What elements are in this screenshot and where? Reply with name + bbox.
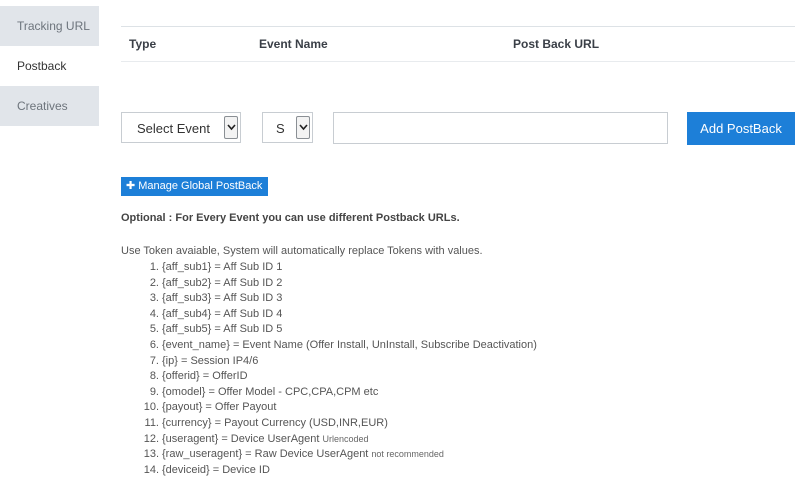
postback-table-header: Type Event Name Post Back URL bbox=[121, 26, 795, 62]
column-header-type: Type bbox=[129, 37, 157, 51]
column-header-postback-url: Post Back URL bbox=[513, 37, 600, 51]
sidebar-item-creatives[interactable]: Creatives bbox=[0, 86, 99, 126]
list-item: 1. {aff_sub1} = Aff Sub ID 1 bbox=[149, 261, 283, 273]
token-list: 1. {aff_sub1} = Aff Sub ID 1 2. {aff_sub2}… bbox=[121, 260, 537, 478]
chevron-down-icon bbox=[296, 116, 310, 139]
list-item: 13. {raw_useragent} = Raw Device UserAgen… bbox=[143, 448, 444, 461]
optional-note: Optional : For Every Event you can use d… bbox=[121, 212, 460, 224]
postback-url-input[interactable] bbox=[333, 112, 668, 144]
sidebar-item-tracking-url[interactable]: Tracking URL bbox=[0, 6, 99, 46]
type-select[interactable]: S bbox=[262, 112, 313, 143]
list-item: 11. {currency} = Payout Currency (USD,INR… bbox=[144, 416, 388, 429]
column-header-event-name: Event Name bbox=[259, 37, 328, 51]
sidebar-item-postback[interactable]: Postback bbox=[0, 46, 99, 86]
list-item: 14. {deviceid} = Device ID bbox=[143, 463, 270, 476]
manage-global-postback-label: Manage Global PostBack bbox=[138, 180, 263, 192]
list-item: 8. {offerid} = OfferID bbox=[149, 370, 248, 383]
sidebar-nav: Tracking URL Postback Creatives bbox=[0, 6, 99, 126]
plus-icon: ✚ bbox=[126, 180, 136, 192]
add-postback-button[interactable]: Add PostBack bbox=[687, 112, 795, 145]
list-item: 7. {ip} = Session IP4/6 bbox=[149, 354, 259, 367]
add-postback-form: Select Event S Add PostBack bbox=[121, 112, 795, 145]
list-item: 12. {useragent} = Device UserAgent Urlenco… bbox=[143, 432, 369, 445]
token-note: not recommended bbox=[371, 449, 444, 460]
list-item: 6. {event_name} = Event Name (Offer Insta… bbox=[149, 338, 537, 351]
manage-global-postback-button[interactable]: ✚ Manage Global PostBack bbox=[121, 177, 268, 196]
event-select-value: Select Event bbox=[137, 121, 210, 136]
chevron-down-icon bbox=[224, 116, 238, 139]
list-item: 2. {aff_sub2} = Aff Sub ID 2 bbox=[149, 276, 283, 289]
token-note: Urlencoded bbox=[322, 433, 369, 444]
list-item: 10. {payout} = Offer Payout bbox=[143, 401, 277, 414]
token-intro: Use Token avaiable, System will automati… bbox=[121, 245, 483, 257]
list-item: 4. {aff_sub4} = Aff Sub ID 4 bbox=[149, 307, 283, 320]
list-item: 9. {omodel} = Offer Model - CPC,CPA,CPM e… bbox=[149, 385, 379, 398]
event-select[interactable]: Select Event bbox=[121, 112, 241, 143]
list-item: 5. {aff_sub5} = Aff Sub ID 5 bbox=[149, 323, 283, 336]
type-select-value: S bbox=[276, 121, 285, 136]
list-item: 3. {aff_sub3} = Aff Sub ID 3 bbox=[149, 292, 283, 305]
